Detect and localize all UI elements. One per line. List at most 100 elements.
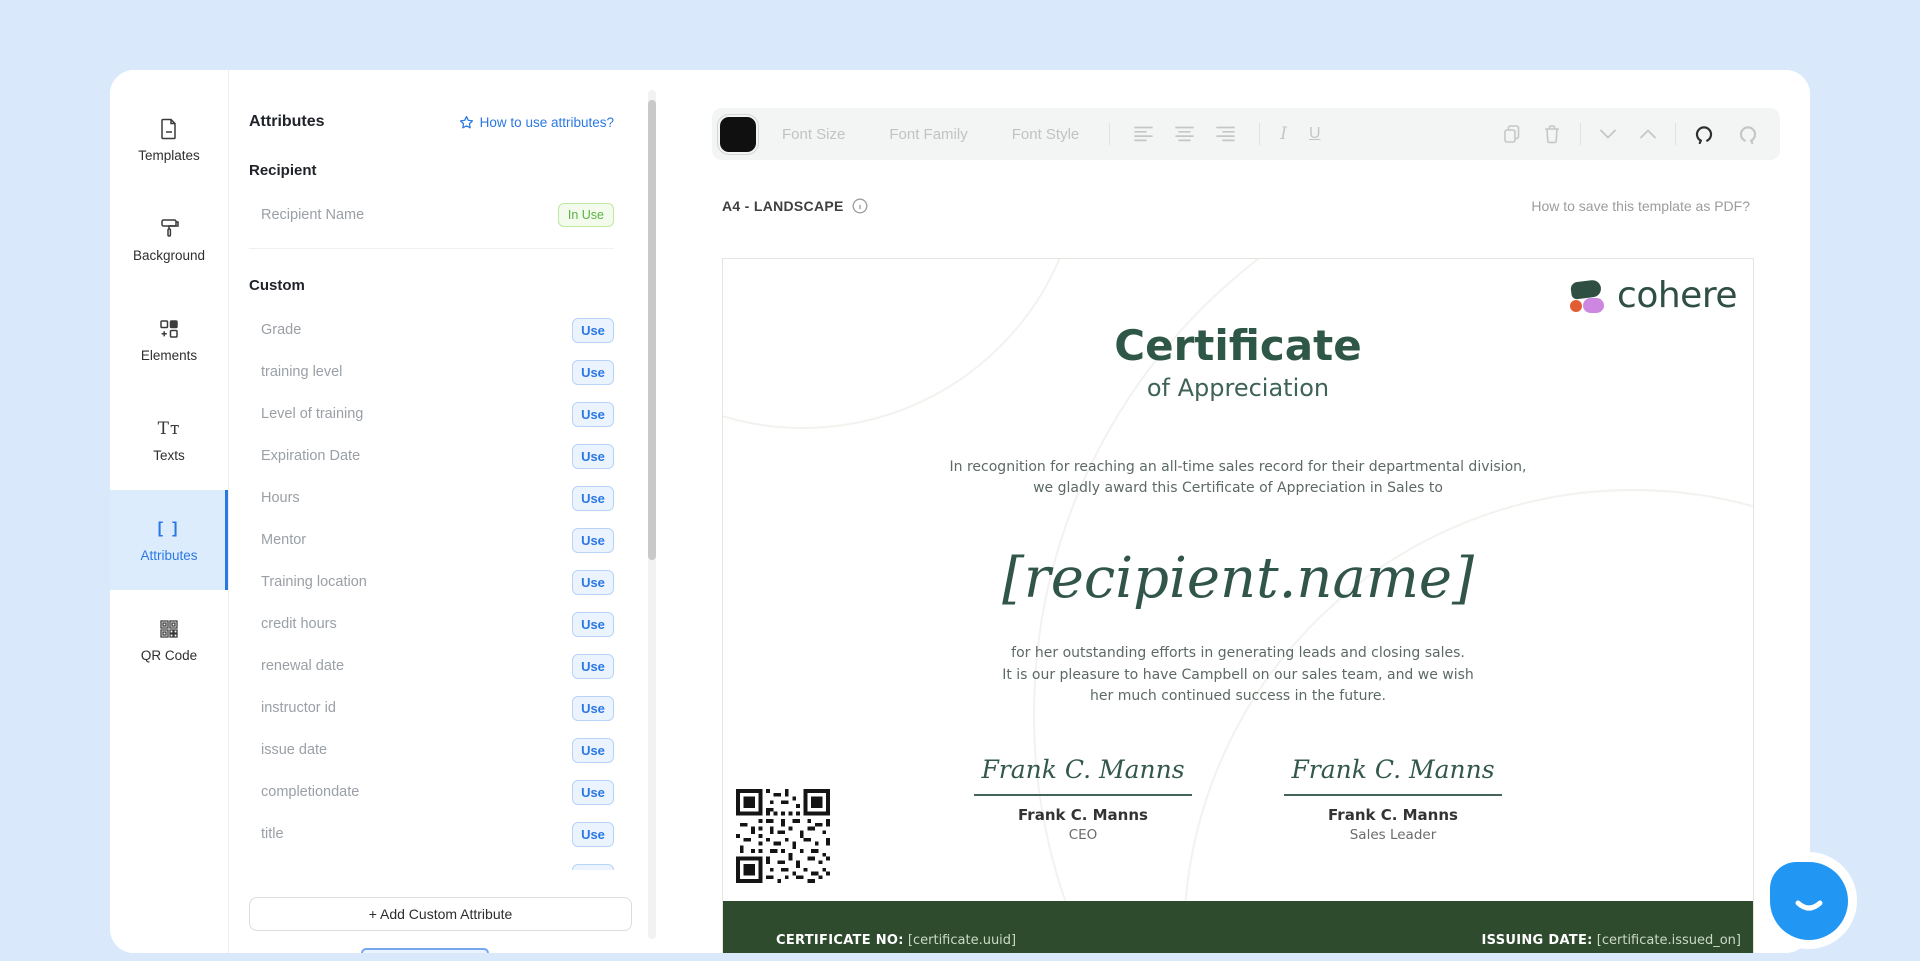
attribute-label: Level of training	[261, 406, 363, 422]
font-style-select[interactable]: Font Style	[1012, 126, 1080, 143]
certificate-title[interactable]: Certificate	[723, 323, 1753, 369]
sidebar-item-background[interactable]: Background	[110, 190, 228, 290]
attribute-row: Level of training Use	[249, 393, 614, 435]
sidebar-item-attributes[interactable]: [ ] Attributes	[110, 490, 228, 590]
certificate-footer-bar[interactable]: CERTIFICATE NO: [certificate.uuid] ISSUI…	[723, 901, 1753, 953]
attribute-row: renewal date Use	[249, 645, 614, 687]
trash-icon[interactable]	[1542, 124, 1562, 144]
attribute-row: training level Use	[249, 351, 614, 393]
certificate-intro[interactable]: In recognition for reaching an all-time …	[723, 457, 1753, 499]
attribute-row: title Use	[249, 813, 614, 855]
logo-blob-green	[1570, 279, 1602, 300]
brand-logo: cohere	[1570, 275, 1737, 316]
signature-script: Frank C. Manns	[974, 754, 1192, 786]
sidebar-item-label: QR Code	[141, 648, 197, 663]
paint-roller-icon	[158, 217, 180, 241]
certificate-canvas[interactable]: cohere Certificate of Appreciation In re…	[722, 258, 1754, 953]
toolbar-separator	[1259, 123, 1260, 145]
toolbar-separator	[1580, 123, 1581, 145]
attribute-label: title	[261, 826, 284, 842]
sidebar-item-elements[interactable]: Elements	[110, 290, 228, 390]
attribute-label: Mentor	[261, 532, 306, 548]
attribute-row: issue date Use	[249, 729, 614, 771]
underline-icon[interactable]: U	[1309, 125, 1321, 143]
certificate-subtitle[interactable]: of Appreciation	[723, 373, 1753, 403]
panel-title: Attributes	[249, 113, 325, 131]
intro-line: In recognition for reaching an all-time …	[723, 457, 1753, 478]
font-family-select[interactable]: Font Family	[889, 126, 967, 143]
use-button[interactable]: Use	[572, 864, 614, 871]
help-link-label: How to use attributes?	[480, 115, 614, 130]
signer-name: Frank C. Manns	[974, 806, 1192, 824]
use-button[interactable]: Use	[572, 612, 614, 637]
certificate-number-label: CERTIFICATE NO:	[776, 933, 904, 948]
use-button[interactable]: Use	[572, 570, 614, 595]
panel-scrollbar-track[interactable]	[648, 90, 656, 939]
qr-code-image[interactable]	[736, 789, 830, 883]
use-button[interactable]: Use	[572, 654, 614, 679]
use-button[interactable]: Use	[572, 318, 614, 343]
attributes-panel-header: Attributes How to use attributes?	[249, 110, 614, 134]
document-icon	[159, 117, 179, 141]
use-button[interactable]: Use	[572, 696, 614, 721]
use-button[interactable]: Use	[572, 528, 614, 553]
recipient-name-attribute[interactable]: [recipient.name]	[723, 543, 1753, 615]
info-icon[interactable]	[852, 198, 868, 214]
use-button[interactable]: Use	[572, 402, 614, 427]
cohere-logo-icon	[1570, 279, 1606, 313]
attribute-row: Grade Use	[249, 309, 614, 351]
duplicate-icon[interactable]	[1502, 124, 1522, 144]
use-button[interactable]: Use	[572, 444, 614, 469]
attribute-row: Mentor Use	[249, 519, 614, 561]
attribute-row: Use	[249, 855, 614, 870]
editor-toolbar: Font Size Font Family Font Style I U	[712, 108, 1780, 160]
brand-name: cohere	[1617, 275, 1737, 316]
color-swatch[interactable]	[720, 117, 756, 152]
use-button[interactable]: Use	[572, 738, 614, 763]
use-button[interactable]: Use	[572, 360, 614, 385]
certificate-number-value: [certificate.uuid]	[908, 933, 1016, 948]
chevron-up-icon[interactable]	[1639, 128, 1657, 140]
toolbar-separator	[1109, 123, 1110, 145]
font-size-select[interactable]: Font Size	[782, 126, 845, 143]
issuing-date: ISSUING DATE: [certificate.issued_on]	[1482, 933, 1742, 948]
attributes-panel: Attributes How to use attributes? Recipi…	[230, 70, 658, 953]
signer-role: Sales Leader	[1284, 827, 1502, 843]
sidebar-item-label: Attributes	[140, 548, 197, 563]
editor-card: Templates Background Elements Tᴛ Texts […	[110, 70, 1810, 953]
how-to-use-attributes-link[interactable]: How to use attributes?	[459, 115, 614, 130]
signature-block[interactable]: Frank C. Manns Frank C. Manns Sales Lead…	[1284, 754, 1502, 843]
signer-role: CEO	[974, 827, 1192, 843]
intro-line: we gladly award this Certificate of Appr…	[723, 478, 1753, 499]
smile-icon	[1787, 879, 1831, 923]
undo-icon[interactable]	[1694, 124, 1714, 144]
custom-attributes-list: Grade Use training level Use Level of tr…	[249, 309, 614, 870]
align-center-icon[interactable]	[1175, 126, 1194, 142]
attribute-label: Training location	[261, 574, 367, 590]
attribute-label: Hours	[261, 490, 300, 506]
save-as-pdf-help-link[interactable]: How to save this template as PDF?	[1531, 198, 1750, 214]
sidebar-item-qr-code[interactable]: QR Code	[110, 590, 228, 690]
sidebar-item-texts[interactable]: Tᴛ Texts	[110, 390, 228, 490]
star-icon	[459, 115, 474, 130]
attribute-row-recipient-name: Recipient Name In Use	[249, 194, 614, 236]
use-button[interactable]: Use	[572, 780, 614, 805]
chevron-down-icon[interactable]	[1599, 128, 1617, 140]
use-button[interactable]: Use	[572, 822, 614, 847]
use-button[interactable]: Use	[572, 486, 614, 511]
attribute-row: credit hours Use	[249, 603, 614, 645]
add-custom-attribute-button[interactable]: + Add Custom Attribute	[249, 897, 632, 931]
italic-icon[interactable]: I	[1280, 124, 1287, 144]
redo-icon[interactable]	[1738, 124, 1758, 144]
panel-scrollbar-thumb[interactable]	[648, 100, 656, 560]
logo-blob-orange	[1570, 300, 1582, 312]
align-right-icon[interactable]	[1216, 126, 1235, 142]
certificate-body[interactable]: for her outstanding efforts in generatin…	[723, 643, 1753, 708]
attribute-label: credit hours	[261, 616, 337, 632]
chat-launcher-button[interactable]	[1770, 862, 1848, 940]
sidebar-item-templates[interactable]: Templates	[110, 90, 228, 190]
issuing-date-label: ISSUING DATE:	[1482, 933, 1593, 948]
align-left-icon[interactable]	[1134, 126, 1153, 142]
page-format-label: A4 - LANDSCAPE	[722, 198, 844, 214]
signature-block[interactable]: Frank C. Manns Frank C. Manns CEO	[974, 754, 1192, 843]
